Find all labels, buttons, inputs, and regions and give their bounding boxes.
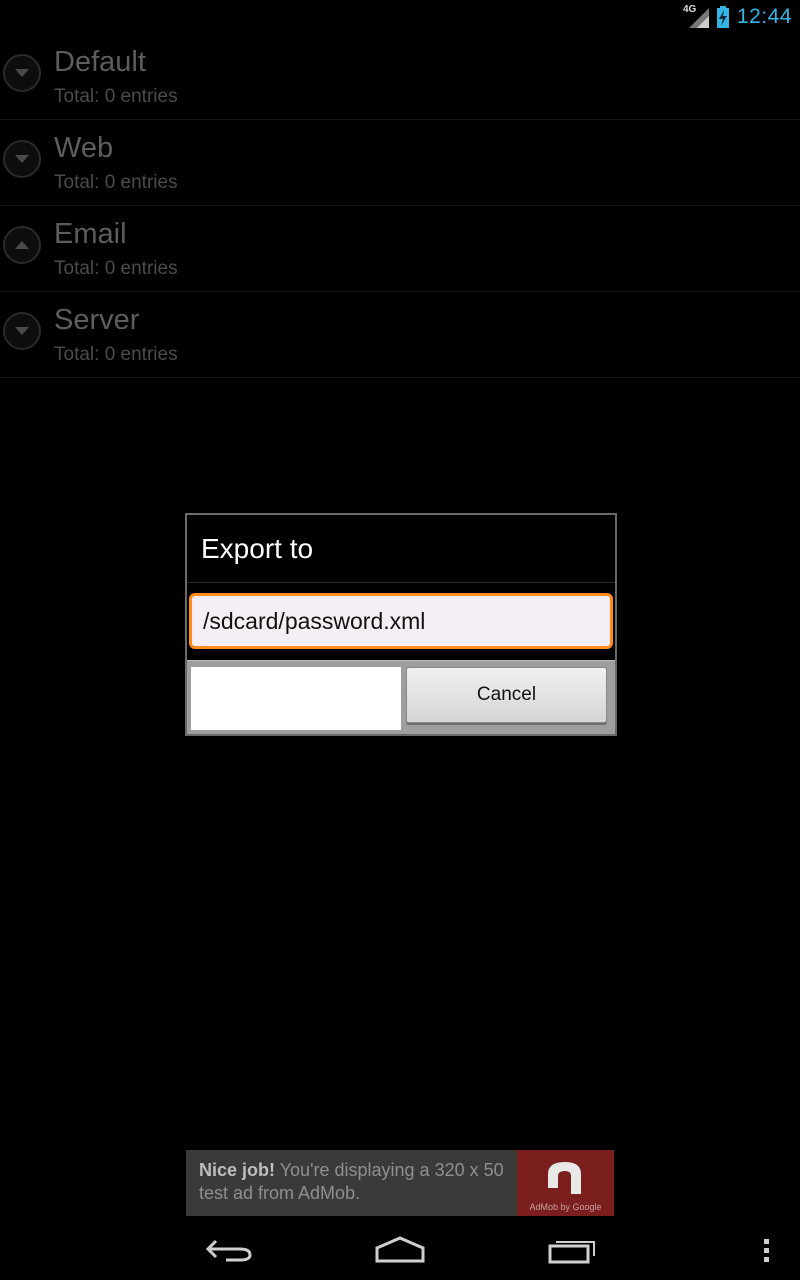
ad-text: Nice job! You're displaying a 320 x 50 t… [199,1159,519,1205]
group-item-web[interactable]: Web Total: 0 entries [0,120,800,206]
ok-button[interactable] [191,667,401,730]
collapse-down-icon[interactable] [3,54,41,92]
collapse-down-icon[interactable] [3,140,41,178]
group-subtitle: Total: 0 entries [54,86,178,107]
group-item-server[interactable]: Server Total: 0 entries [0,292,800,378]
group-subtitle: Total: 0 entries [54,344,178,365]
group-title: Web [54,132,114,164]
export-dialog: Export to /sdcard/password.xml Cancel [185,513,617,736]
signal-icon: 4G [683,4,709,28]
export-path-input[interactable]: /sdcard/password.xml [189,593,613,649]
group-subtitle: Total: 0 entries [54,258,178,279]
group-list: Default Total: 0 entries Web Total: 0 en… [0,34,800,378]
dialog-button-bar: Cancel [187,660,615,734]
admob-logo: AdMob by Google [517,1150,614,1216]
navigation-bar [0,1218,800,1280]
overflow-menu-icon[interactable] [736,1232,796,1268]
back-icon[interactable] [200,1232,260,1268]
status-bar: 4G 12:44 [0,0,800,34]
expand-up-icon[interactable] [3,226,41,264]
group-title: Default [54,46,146,78]
cancel-button[interactable]: Cancel [406,667,607,723]
group-subtitle: Total: 0 entries [54,172,178,193]
home-icon[interactable] [370,1232,430,1268]
group-item-default[interactable]: Default Total: 0 entries [0,34,800,120]
recent-apps-icon[interactable] [542,1232,602,1268]
dialog-divider [187,582,615,583]
group-item-email[interactable]: Email Total: 0 entries [0,206,800,292]
clock: 12:44 [736,5,792,28]
ad-headline: Nice job! [199,1160,276,1180]
group-title: Email [54,218,127,250]
collapse-down-icon[interactable] [3,312,41,350]
group-title: Server [54,304,140,336]
dialog-title: Export to [201,533,314,564]
battery-charging-icon [716,6,729,28]
ad-banner[interactable]: Nice job! You're displaying a 320 x 50 t… [186,1150,614,1216]
admob-brand: AdMob by Google [529,1202,602,1212]
